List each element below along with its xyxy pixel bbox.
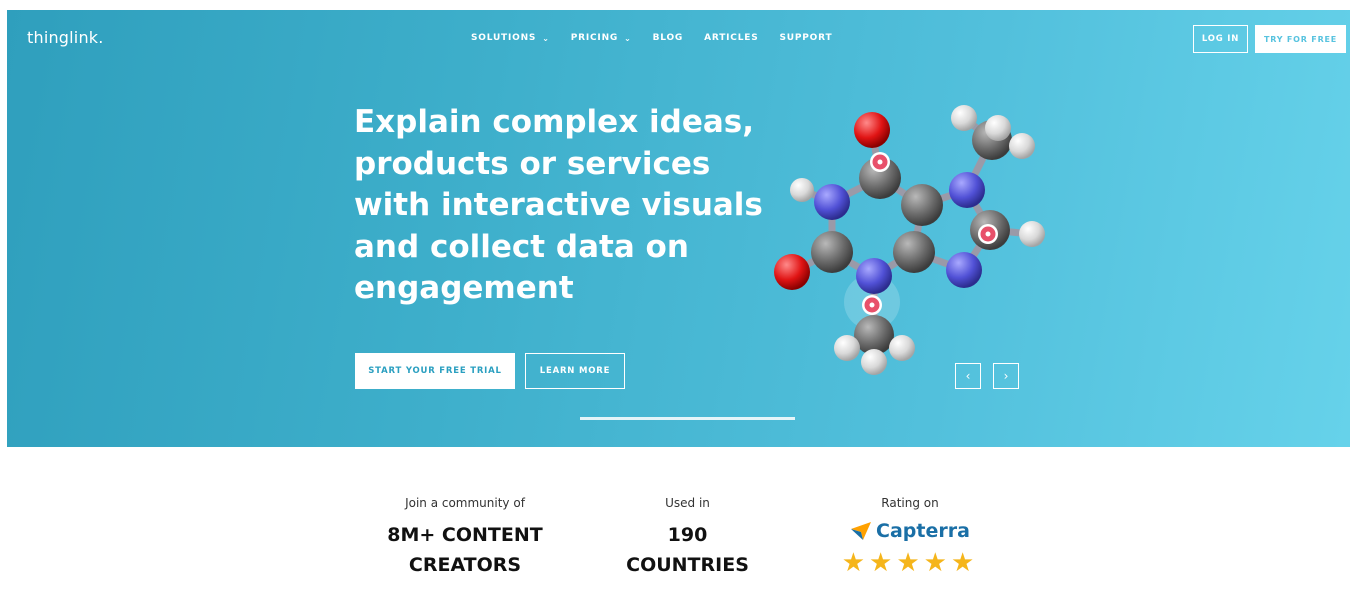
thinglink-logo[interactable]: thinglink. bbox=[27, 28, 104, 47]
stat-value: 8M+ CONTENT CREATORS bbox=[375, 520, 555, 580]
start-free-trial-button[interactable]: START YOUR FREE TRIAL bbox=[355, 353, 515, 389]
headline-line: engagement bbox=[354, 270, 574, 306]
capterra-arrow-icon bbox=[851, 522, 872, 540]
stat-label: Rating on bbox=[881, 496, 939, 510]
star-icon: ★ bbox=[950, 548, 979, 578]
hotspot-icon[interactable] bbox=[862, 295, 882, 315]
headline-line: Explain complex ideas, bbox=[354, 104, 754, 140]
nav-item-articles[interactable]: ARTICLES bbox=[704, 33, 758, 43]
stat-value-line: 190 bbox=[667, 524, 708, 546]
stat-rating: Rating on Capterra ★★★★★ bbox=[820, 496, 1000, 578]
chevron-down-icon: ⌄ bbox=[624, 33, 632, 43]
capterra-logo: Capterra bbox=[820, 520, 1000, 542]
nav-item-blog[interactable]: BLOG bbox=[653, 33, 684, 43]
headline-line: and collect data on bbox=[354, 228, 689, 265]
hero-banner: thinglink. SOLUTIONS ⌄ PRICING ⌄ BLOG AR… bbox=[7, 10, 1350, 447]
stat-label: Join a community of bbox=[405, 496, 525, 510]
hotspot-icon[interactable] bbox=[978, 224, 998, 244]
nav-item-label: ARTICLES bbox=[704, 33, 759, 43]
stat-community: Join a community of 8M+ CONTENT CREATORS bbox=[375, 496, 555, 580]
stats-section: Join a community of 8M+ CONTENT CREATORS… bbox=[0, 490, 1355, 595]
star-rating: ★★★★★ bbox=[820, 548, 1000, 578]
nav-item-label: PRICING bbox=[570, 33, 619, 43]
stat-value-line: COUNTRIES bbox=[626, 554, 749, 576]
molecule-3d-icon bbox=[774, 105, 1045, 375]
nav-item-label: SOLUTIONS bbox=[471, 33, 537, 43]
try-for-free-button[interactable]: TRY FOR FREE bbox=[1255, 25, 1346, 53]
star-icon: ★ bbox=[923, 548, 951, 578]
hero-headline: Explain complex ideas, products or servi… bbox=[354, 102, 774, 310]
login-button[interactable]: LOG IN bbox=[1193, 25, 1248, 53]
stat-value-line: CREATORS bbox=[408, 554, 522, 576]
stat-value-line: 8M+ CONTENT bbox=[387, 524, 543, 546]
headline-line: products or services bbox=[354, 145, 711, 182]
star-icon: ★ bbox=[869, 548, 897, 578]
chevron-down-icon: ⌄ bbox=[542, 33, 550, 43]
nav-item-label: BLOG bbox=[652, 33, 684, 43]
hotspot-icon[interactable] bbox=[870, 152, 890, 172]
star-icon: ★ bbox=[841, 548, 870, 578]
star-icon: ★ bbox=[896, 548, 924, 578]
slide-progress-indicator bbox=[580, 417, 795, 420]
headline-line: with interactive visuals bbox=[354, 187, 763, 223]
nav-item-solutions[interactable]: SOLUTIONS ⌄ bbox=[471, 33, 550, 43]
nav-item-label: SUPPORT bbox=[779, 33, 833, 43]
main-nav: SOLUTIONS ⌄ PRICING ⌄ BLOG ARTICLES SUPP… bbox=[471, 33, 853, 43]
stat-countries: Used in 190 COUNTRIES bbox=[600, 496, 775, 580]
capterra-brand: Capterra bbox=[876, 520, 970, 542]
learn-more-button[interactable]: LEARN MORE bbox=[525, 353, 625, 389]
stat-label: Used in bbox=[665, 496, 710, 510]
nav-item-support[interactable]: SUPPORT bbox=[779, 33, 832, 43]
stat-value: 190 COUNTRIES bbox=[600, 520, 775, 580]
nav-item-pricing[interactable]: PRICING ⌄ bbox=[571, 33, 632, 43]
